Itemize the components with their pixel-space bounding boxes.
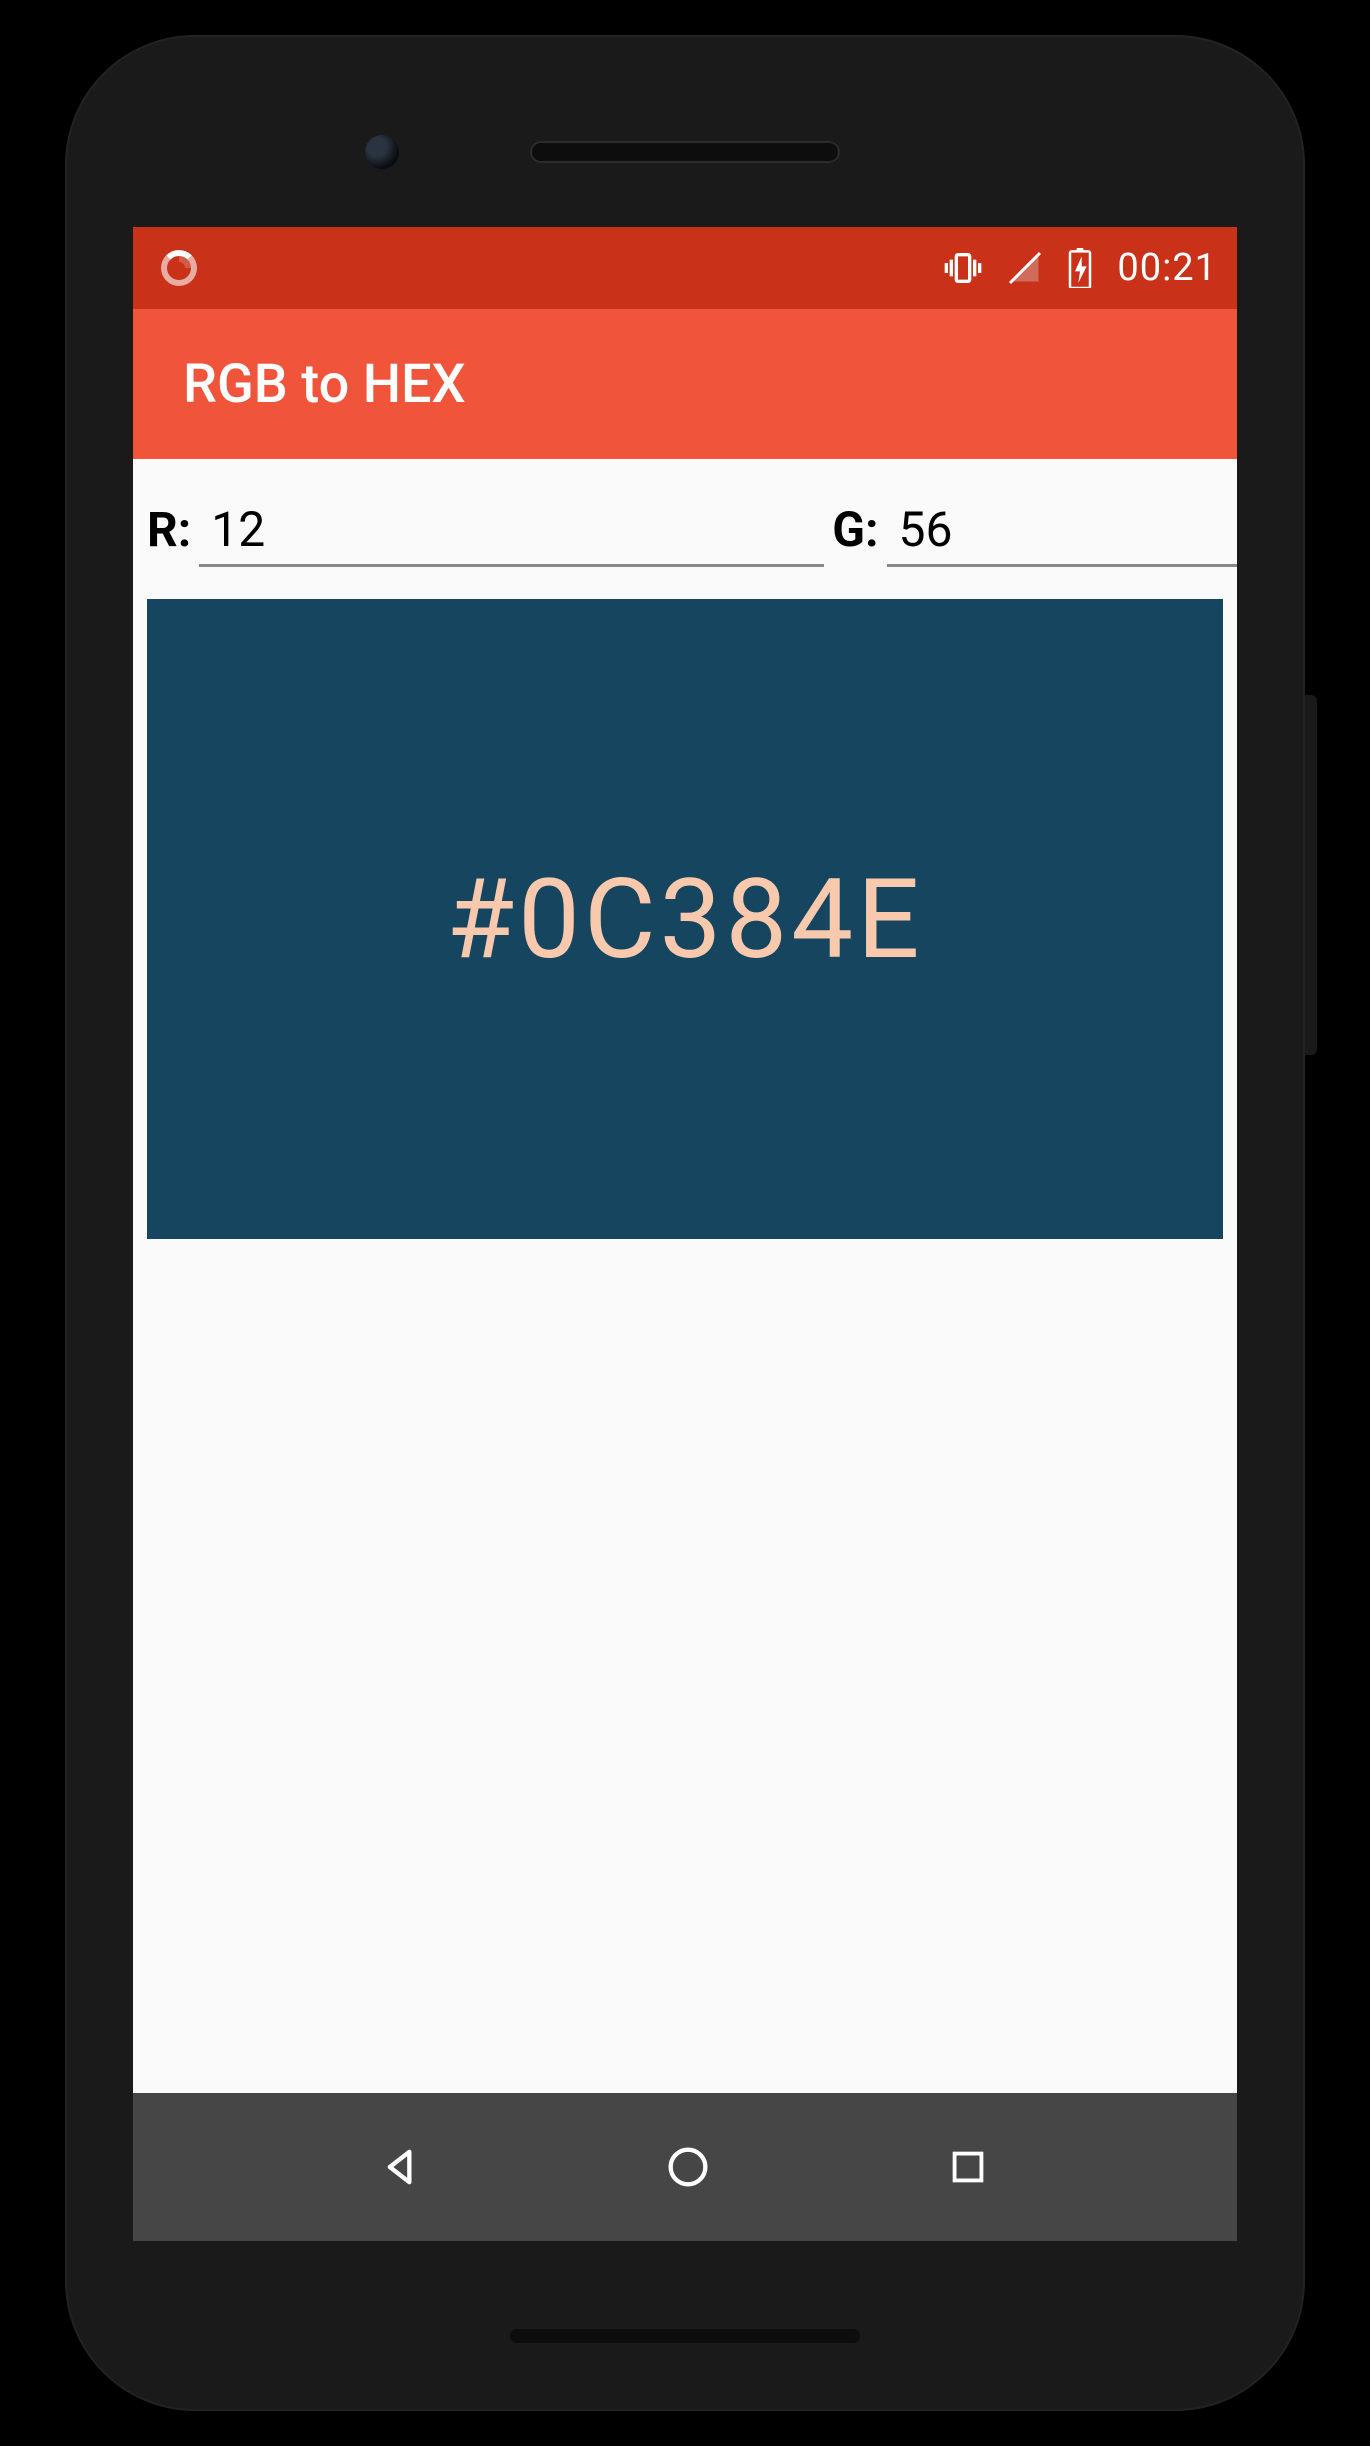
bottom-speaker [510, 2329, 860, 2343]
g-input[interactable] [887, 495, 1237, 567]
back-button[interactable] [379, 2141, 431, 2193]
front-camera [365, 135, 399, 169]
screen: 00:21 RGB to HEX R: G: B: [133, 227, 1237, 2241]
speaker-grill [530, 141, 840, 163]
side-button [1305, 905, 1317, 1055]
hex-output: #0C384E [446, 855, 923, 984]
g-field-group: G: [832, 495, 1237, 567]
status-clock: 00:21 [1117, 246, 1217, 290]
loading-spinner-icon [161, 250, 197, 286]
recent-apps-button[interactable] [945, 2144, 991, 2190]
app-title: RGB to HEX [183, 353, 466, 416]
status-bar: 00:21 [133, 227, 1237, 309]
side-button [1305, 695, 1317, 925]
r-label: R: [147, 501, 191, 558]
status-right: 00:21 [943, 246, 1217, 290]
r-field-group: R: [147, 495, 824, 567]
app-bar: RGB to HEX [133, 309, 1237, 459]
home-button[interactable] [662, 2141, 714, 2193]
color-preview: #0C384E [147, 599, 1223, 1239]
rgb-input-row: R: G: B: [147, 479, 1223, 577]
r-input[interactable] [199, 495, 824, 567]
no-sim-icon [1007, 250, 1043, 286]
g-label: G: [832, 501, 878, 558]
battery-charging-icon [1067, 248, 1093, 288]
phone-frame: 00:21 RGB to HEX R: G: B: [65, 35, 1305, 2411]
navigation-bar [133, 2093, 1237, 2241]
vibrate-icon [943, 248, 983, 288]
content-area: R: G: B: #0C384E [133, 459, 1237, 2093]
